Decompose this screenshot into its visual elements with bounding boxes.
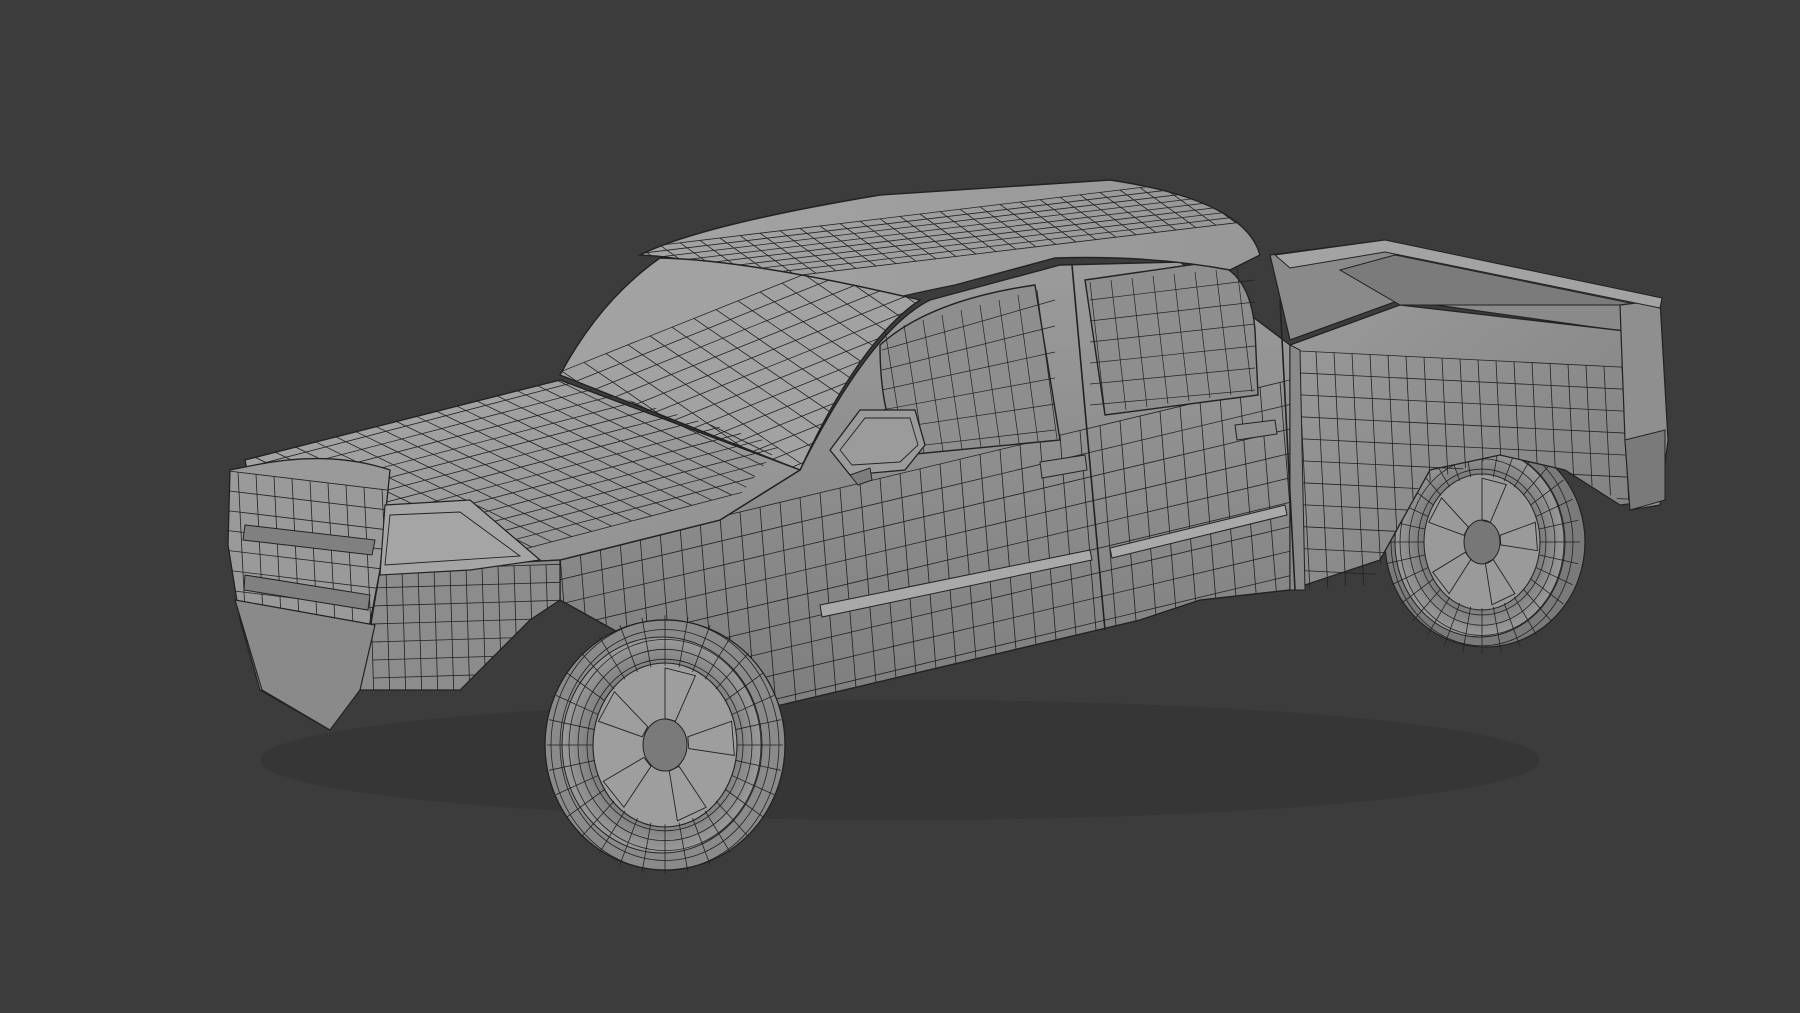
front-fender (359, 559, 561, 691)
3d-viewport[interactable] (0, 0, 1800, 1013)
pickup-truck-model (227, 179, 1669, 875)
